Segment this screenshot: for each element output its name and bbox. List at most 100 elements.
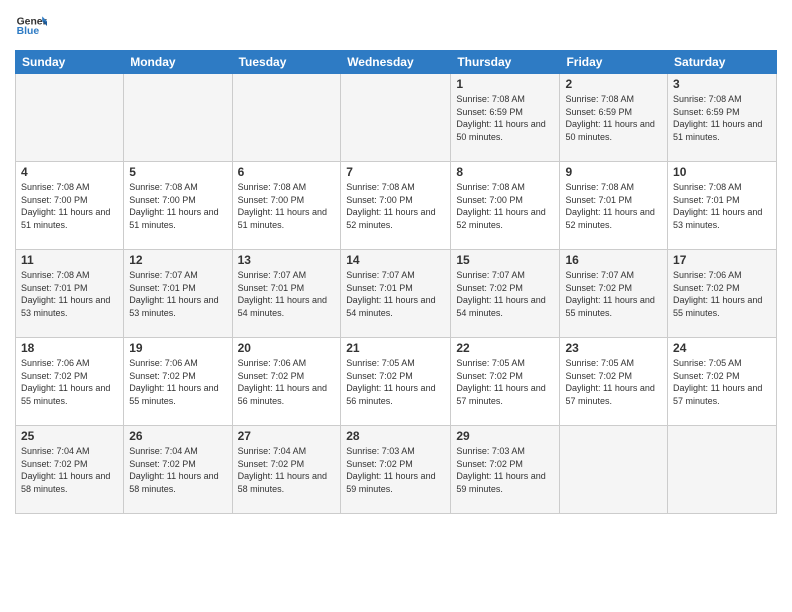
day-number: 4 bbox=[21, 165, 118, 179]
day-cell bbox=[232, 74, 341, 162]
day-info: Sunrise: 7:08 AM Sunset: 7:00 PM Dayligh… bbox=[456, 181, 554, 231]
day-cell: 21 Sunrise: 7:05 AM Sunset: 7:02 PM Dayli… bbox=[341, 338, 451, 426]
day-cell: 11Sunrise: 7:08 AM Sunset: 7:01 PM Dayli… bbox=[16, 250, 124, 338]
day-info: Sunrise: 7:08 AM Sunset: 7:01 PM Dayligh… bbox=[565, 181, 662, 231]
day-cell: 17Sunrise: 7:06 AM Sunset: 7:02 PM Dayli… bbox=[668, 250, 777, 338]
day-cell: 24 Sunrise: 7:05 AM Sunset: 7:02 PM Dayli… bbox=[668, 338, 777, 426]
day-cell: 25 Sunrise: 7:04 AM Sunset: 7:02 PM Dayli… bbox=[16, 426, 124, 514]
day-cell: 27 Sunrise: 7:04 AM Sunset: 7:02 PM Dayli… bbox=[232, 426, 341, 514]
logo: General Blue bbox=[15, 10, 47, 42]
header-tuesday: Tuesday bbox=[232, 51, 341, 74]
day-info: Sunrise: 7:04 AM Sunset: 7:02 PM Dayligh… bbox=[129, 445, 226, 495]
day-info: Sunrise: 7:05 AM Sunset: 7:02 PM Dayligh… bbox=[456, 357, 554, 407]
header-thursday: Thursday bbox=[451, 51, 560, 74]
day-cell: 10Sunrise: 7:08 AM Sunset: 7:01 PM Dayli… bbox=[668, 162, 777, 250]
day-cell: 20 Sunrise: 7:06 AM Sunset: 7:02 PM Dayli… bbox=[232, 338, 341, 426]
day-number: 5 bbox=[129, 165, 226, 179]
day-number: 2 bbox=[565, 77, 662, 91]
svg-text:Blue: Blue bbox=[17, 26, 40, 37]
day-number: 18 bbox=[21, 341, 118, 355]
day-cell: 26Sunrise: 7:04 AM Sunset: 7:02 PM Dayli… bbox=[124, 426, 232, 514]
day-number: 9 bbox=[565, 165, 662, 179]
calendar-table: Sunday Monday Tuesday Wednesday Thursday… bbox=[15, 50, 777, 514]
day-cell: 2 Sunrise: 7:08 AM Sunset: 6:59 PM Daylig… bbox=[560, 74, 668, 162]
day-number: 19 bbox=[129, 341, 226, 355]
day-cell: 14 Sunrise: 7:07 AM Sunset: 7:01 PM Dayli… bbox=[341, 250, 451, 338]
day-info: Sunrise: 7:07 AM Sunset: 7:02 PM Dayligh… bbox=[456, 269, 554, 319]
day-number: 27 bbox=[238, 429, 336, 443]
day-number: 20 bbox=[238, 341, 336, 355]
day-cell: 6 Sunrise: 7:08 AM Sunset: 7:00 PM Daylig… bbox=[232, 162, 341, 250]
day-number: 8 bbox=[456, 165, 554, 179]
day-number: 22 bbox=[456, 341, 554, 355]
week-row-5: 25 Sunrise: 7:04 AM Sunset: 7:02 PM Dayli… bbox=[16, 426, 777, 514]
day-info: Sunrise: 7:06 AM Sunset: 7:02 PM Dayligh… bbox=[129, 357, 226, 407]
day-cell: 9 Sunrise: 7:08 AM Sunset: 7:01 PM Daylig… bbox=[560, 162, 668, 250]
day-info: Sunrise: 7:08 AM Sunset: 6:59 PM Dayligh… bbox=[673, 93, 771, 143]
day-number: 16 bbox=[565, 253, 662, 267]
week-row-3: 11Sunrise: 7:08 AM Sunset: 7:01 PM Dayli… bbox=[16, 250, 777, 338]
day-cell: 28 Sunrise: 7:03 AM Sunset: 7:02 PM Dayli… bbox=[341, 426, 451, 514]
day-number: 12 bbox=[129, 253, 226, 267]
day-info: Sunrise: 7:08 AM Sunset: 6:59 PM Dayligh… bbox=[456, 93, 554, 143]
header-friday: Friday bbox=[560, 51, 668, 74]
header-wednesday: Wednesday bbox=[341, 51, 451, 74]
day-number: 7 bbox=[346, 165, 445, 179]
day-info: Sunrise: 7:07 AM Sunset: 7:01 PM Dayligh… bbox=[129, 269, 226, 319]
day-info: Sunrise: 7:08 AM Sunset: 7:01 PM Dayligh… bbox=[673, 181, 771, 231]
day-cell: 3Sunrise: 7:08 AM Sunset: 6:59 PM Daylig… bbox=[668, 74, 777, 162]
day-info: Sunrise: 7:06 AM Sunset: 7:02 PM Dayligh… bbox=[21, 357, 118, 407]
logo-icon: General Blue bbox=[15, 10, 47, 42]
day-info: Sunrise: 7:08 AM Sunset: 6:59 PM Dayligh… bbox=[565, 93, 662, 143]
page: General Blue Sunday Monday Tuesday Wedne… bbox=[0, 0, 792, 612]
day-number: 28 bbox=[346, 429, 445, 443]
day-cell: 13 Sunrise: 7:07 AM Sunset: 7:01 PM Dayli… bbox=[232, 250, 341, 338]
day-cell bbox=[16, 74, 124, 162]
day-cell: 23 Sunrise: 7:05 AM Sunset: 7:02 PM Dayli… bbox=[560, 338, 668, 426]
day-number: 14 bbox=[346, 253, 445, 267]
day-info: Sunrise: 7:08 AM Sunset: 7:00 PM Dayligh… bbox=[21, 181, 118, 231]
day-info: Sunrise: 7:07 AM Sunset: 7:01 PM Dayligh… bbox=[346, 269, 445, 319]
week-row-1: 1 Sunrise: 7:08 AM Sunset: 6:59 PM Daylig… bbox=[16, 74, 777, 162]
day-number: 6 bbox=[238, 165, 336, 179]
day-cell bbox=[668, 426, 777, 514]
day-number: 11 bbox=[21, 253, 118, 267]
day-cell: 5 Sunrise: 7:08 AM Sunset: 7:00 PM Daylig… bbox=[124, 162, 232, 250]
day-cell: 16 Sunrise: 7:07 AM Sunset: 7:02 PM Dayli… bbox=[560, 250, 668, 338]
day-number: 23 bbox=[565, 341, 662, 355]
day-cell: 7 Sunrise: 7:08 AM Sunset: 7:00 PM Daylig… bbox=[341, 162, 451, 250]
day-number: 1 bbox=[456, 77, 554, 91]
day-info: Sunrise: 7:07 AM Sunset: 7:02 PM Dayligh… bbox=[565, 269, 662, 319]
day-info: Sunrise: 7:03 AM Sunset: 7:02 PM Dayligh… bbox=[346, 445, 445, 495]
header: General Blue bbox=[15, 10, 777, 42]
day-cell: 22 Sunrise: 7:05 AM Sunset: 7:02 PM Dayli… bbox=[451, 338, 560, 426]
day-cell: 12 Sunrise: 7:07 AM Sunset: 7:01 PM Dayli… bbox=[124, 250, 232, 338]
day-info: Sunrise: 7:04 AM Sunset: 7:02 PM Dayligh… bbox=[238, 445, 336, 495]
weekday-header-row: Sunday Monday Tuesday Wednesday Thursday… bbox=[16, 51, 777, 74]
day-cell: 15Sunrise: 7:07 AM Sunset: 7:02 PM Dayli… bbox=[451, 250, 560, 338]
header-saturday: Saturday bbox=[668, 51, 777, 74]
day-cell: 4 Sunrise: 7:08 AM Sunset: 7:00 PM Daylig… bbox=[16, 162, 124, 250]
day-info: Sunrise: 7:05 AM Sunset: 7:02 PM Dayligh… bbox=[346, 357, 445, 407]
day-info: Sunrise: 7:05 AM Sunset: 7:02 PM Dayligh… bbox=[565, 357, 662, 407]
day-number: 21 bbox=[346, 341, 445, 355]
day-info: Sunrise: 7:08 AM Sunset: 7:00 PM Dayligh… bbox=[238, 181, 336, 231]
day-number: 29 bbox=[456, 429, 554, 443]
day-info: Sunrise: 7:08 AM Sunset: 7:00 PM Dayligh… bbox=[346, 181, 445, 231]
day-cell: 19 Sunrise: 7:06 AM Sunset: 7:02 PM Dayli… bbox=[124, 338, 232, 426]
day-info: Sunrise: 7:07 AM Sunset: 7:01 PM Dayligh… bbox=[238, 269, 336, 319]
day-number: 13 bbox=[238, 253, 336, 267]
day-info: Sunrise: 7:03 AM Sunset: 7:02 PM Dayligh… bbox=[456, 445, 554, 495]
day-info: Sunrise: 7:05 AM Sunset: 7:02 PM Dayligh… bbox=[673, 357, 771, 407]
day-cell: 29 Sunrise: 7:03 AM Sunset: 7:02 PM Dayli… bbox=[451, 426, 560, 514]
day-number: 25 bbox=[21, 429, 118, 443]
day-cell bbox=[341, 74, 451, 162]
day-info: Sunrise: 7:06 AM Sunset: 7:02 PM Dayligh… bbox=[238, 357, 336, 407]
day-info: Sunrise: 7:04 AM Sunset: 7:02 PM Dayligh… bbox=[21, 445, 118, 495]
day-info: Sunrise: 7:08 AM Sunset: 7:00 PM Dayligh… bbox=[129, 181, 226, 231]
header-monday: Monday bbox=[124, 51, 232, 74]
day-cell: 18 Sunrise: 7:06 AM Sunset: 7:02 PM Dayli… bbox=[16, 338, 124, 426]
header-sunday: Sunday bbox=[16, 51, 124, 74]
day-number: 24 bbox=[673, 341, 771, 355]
day-cell: 8 Sunrise: 7:08 AM Sunset: 7:00 PM Daylig… bbox=[451, 162, 560, 250]
